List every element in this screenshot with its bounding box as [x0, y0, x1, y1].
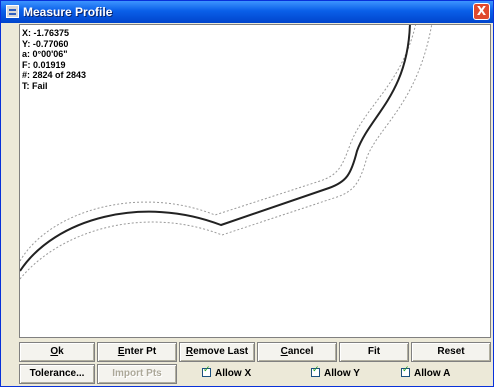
fit-button[interactable]: Fit — [339, 342, 409, 362]
allow-a-label: Allow A — [414, 368, 451, 379]
ok-button[interactable]: Ok — [19, 342, 95, 362]
allow-y-label: Allow Y — [324, 368, 360, 379]
profile-plot — [20, 25, 433, 280]
profile-canvas[interactable]: X: -1.76375 Y: -0.77060 a: 0°00'06" F: 0… — [19, 24, 491, 338]
readout-angle: a: 0°00'06" — [22, 49, 68, 59]
allow-x-label: Allow X — [215, 368, 252, 379]
readout-y: Y: -0.77060 — [22, 38, 69, 49]
reset-button[interactable]: Reset — [411, 342, 491, 362]
measure-profile-window: Measure Profile X X: -1.76375 Y: -0.7706… — [0, 0, 494, 387]
title-bar[interactable]: Measure Profile X — [1, 1, 493, 23]
action-button-row: Ok Enter Pt Remove Last Cancel Fit Reset — [19, 342, 491, 364]
options-row: Tolerance... Import Pts Allow X Allow Y … — [19, 364, 491, 386]
allow-x-checkbox[interactable]: Allow X — [202, 365, 252, 381]
readout-f: F: 0.01919 — [22, 59, 66, 70]
remove-last-button[interactable]: Remove Last — [179, 342, 255, 362]
tolerance-button[interactable]: Tolerance... — [19, 364, 95, 384]
readout-point-count: #: 2824 of 2843 — [22, 70, 87, 80]
cancel-button[interactable]: Cancel — [257, 342, 337, 362]
import-pts-button: Import Pts — [97, 364, 177, 384]
allow-a-checkbox[interactable]: Allow A — [401, 365, 451, 381]
readout-x: X: -1.76375 — [22, 28, 70, 38]
allow-y-checkbox[interactable]: Allow Y — [311, 365, 360, 381]
app-icon — [6, 5, 19, 18]
close-icon[interactable]: X — [473, 3, 490, 20]
readout-tolerance-status: T: Fail — [22, 80, 48, 91]
checkbox-checked-icon — [401, 365, 410, 377]
checkbox-checked-icon — [311, 365, 320, 377]
coordinate-readout: X: -1.76375 Y: -0.77060 a: 0°00'06" F: 0… — [22, 28, 86, 91]
checkbox-checked-icon — [202, 365, 211, 377]
enter-pt-button[interactable]: Enter Pt — [97, 342, 177, 362]
window-title: Measure Profile — [23, 5, 113, 19]
